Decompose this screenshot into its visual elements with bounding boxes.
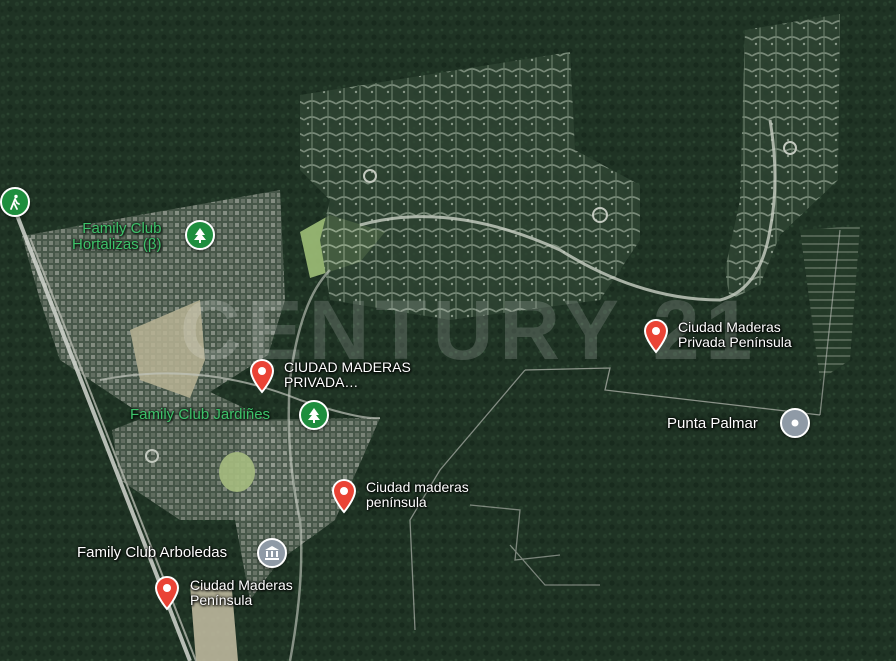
place-label-family-club-hortalizas[interactable]: Family Club Hortalizas (β): [72, 221, 161, 253]
label-line: PRIVADA…: [284, 373, 359, 390]
label-line: Ciudad Maderas: [190, 577, 293, 593]
label-line: península: [366, 493, 427, 510]
place-label-ciudad-maderas-privada-peninsula[interactable]: Ciudad Maderas Privada Península: [678, 320, 792, 349]
location-pin-icon[interactable]: [330, 478, 358, 514]
museum-icon[interactable]: [257, 538, 287, 568]
tree-icon[interactable]: [299, 400, 329, 430]
location-pin-icon[interactable]: [153, 575, 181, 611]
label-line: Family Club: [82, 220, 162, 237]
hiking-icon[interactable]: [0, 187, 30, 217]
label-line: Península: [190, 591, 253, 608]
place-label-family-club-arboledas[interactable]: Family Club Arboledas: [77, 545, 227, 561]
place-label-ciudad-maderas-privada[interactable]: CIUDAD MADERAS PRIVADA…: [284, 360, 411, 389]
map-point-icon[interactable]: [780, 408, 810, 438]
place-label-ciudad-maderas-peninsula-bottom[interactable]: Ciudad Maderas Península: [190, 578, 293, 607]
label-line: Privada Península: [678, 333, 792, 350]
tree-icon[interactable]: [185, 220, 215, 250]
satellite-map[interactable]: CENTURY 21 Family Club Hortalizas (β) CI…: [0, 0, 896, 661]
location-pin-icon[interactable]: [642, 318, 670, 354]
label-line: CIUDAD MADERAS: [284, 359, 411, 375]
location-pin-icon[interactable]: [248, 358, 276, 394]
label-line: Ciudad maderas: [366, 479, 469, 495]
place-label-punta-palmar[interactable]: Punta Palmar: [667, 416, 758, 432]
label-line: Ciudad Maderas: [678, 319, 781, 335]
label-line: Hortalizas (β): [72, 235, 162, 253]
place-label-ciudad-maderas-peninsula[interactable]: Ciudad maderas península: [366, 480, 469, 509]
place-label-family-club-jardines[interactable]: Family Club Jardiñes: [130, 407, 270, 423]
